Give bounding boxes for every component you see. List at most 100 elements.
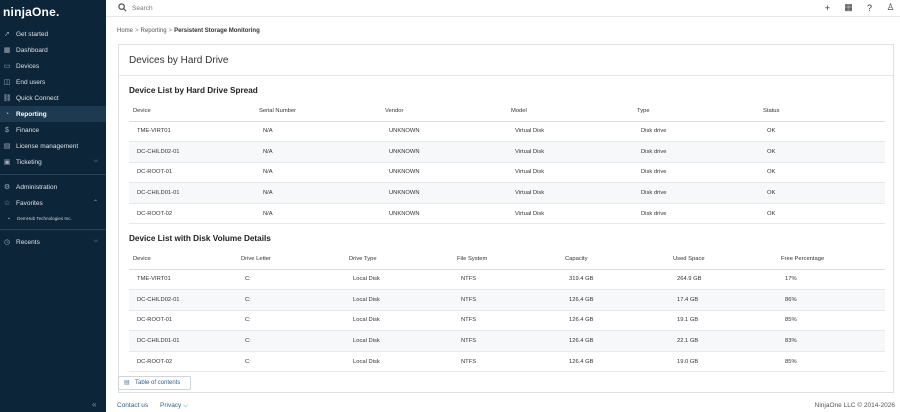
cell-capacity: 126.4 GB	[561, 289, 669, 311]
breadcrumb-home[interactable]: Home	[117, 28, 133, 34]
column-header[interactable]: Free Percentage	[777, 249, 885, 270]
column-header[interactable]: Model	[507, 101, 633, 122]
breadcrumb-reporting[interactable]: Reporting	[141, 28, 167, 34]
cell-model: Virtual Disk	[507, 203, 633, 225]
cell-model: Virtual Disk	[507, 182, 633, 204]
sidebar-item-recents[interactable]: ◷ Recents ⌵	[0, 234, 106, 250]
sidebar-item-label: Finance	[16, 126, 40, 134]
collapse-sidebar-icon[interactable]: «	[92, 400, 96, 409]
sidebar-item-label: Favorites	[16, 199, 43, 207]
cell-file-system: NTFS	[453, 351, 561, 373]
column-header[interactable]: File System	[453, 249, 561, 270]
ninjaone-logo[interactable]: ninjaOne.	[0, 0, 106, 24]
privacy-link[interactable]: Privacy ⌵	[160, 402, 188, 410]
column-header[interactable]: Device	[129, 249, 237, 270]
table-row: TME-VIRT01 N/A UNKNOWN Virtual Disk Disk…	[129, 121, 885, 143]
sidebar-item-label: Reporting	[16, 110, 47, 118]
search-icon	[118, 3, 127, 12]
disk-volume-table: Device Drive Letter Drive Type File Syst…	[129, 249, 885, 373]
top-bar: + ▦ ? ♙	[106, 0, 900, 17]
cell-model: Virtual Disk	[507, 162, 633, 184]
cell-drive-letter: C:	[237, 289, 345, 311]
cell-serial: N/A	[255, 121, 381, 143]
column-header[interactable]: Vendor	[381, 101, 507, 122]
sidebar-item-reporting[interactable]: ◔ Reporting	[0, 106, 106, 122]
column-header[interactable]: Drive Letter	[237, 249, 345, 270]
sidebar-item-dashboard[interactable]: ▦ Dashboard	[0, 42, 106, 58]
plus-icon[interactable]: +	[822, 2, 833, 13]
cell-model: Virtual Disk	[507, 141, 633, 163]
cell-capacity: 126.4 GB	[561, 310, 669, 332]
toc-label: Table of contents	[135, 380, 181, 386]
cell-device: TME-VIRT01	[129, 269, 237, 291]
table-of-contents-button[interactable]: ▤ Table of contents	[118, 376, 191, 390]
table-row: DC-ROOT-01 C: Local Disk NTFS 126.4 GB 1…	[129, 310, 885, 332]
cell-device: DC-CHILD02-01	[129, 289, 237, 311]
sidebar-item-administration[interactable]: ⚙ Administration	[0, 179, 106, 195]
table-row: DC-CHILD02-01 C: Local Disk NTFS 126.4 G…	[129, 289, 885, 311]
column-header[interactable]: Drive Type	[345, 249, 453, 270]
cell-type: Disk drive	[633, 203, 759, 225]
cell-device: DC-CHILD02-01	[129, 141, 255, 163]
column-header[interactable]: Status	[759, 101, 885, 122]
cell-drive-type: Local Disk	[345, 269, 453, 291]
sidebar-item-quick-connect[interactable]: ⛓ Quick Connect	[0, 90, 106, 106]
sidebar-item-label: License management	[16, 142, 79, 150]
sidebar-favorite-item[interactable]: ▪ DemHub Technologies Inc.	[0, 211, 106, 225]
sidebar-item-label: Quick Connect	[16, 94, 59, 102]
table-header-row: Device Drive Letter Drive Type File Syst…	[129, 249, 885, 270]
contact-us-link[interactable]: Contact us	[117, 402, 148, 409]
sidebar-item-finance[interactable]: $ Finance	[0, 122, 106, 138]
column-header[interactable]: Type	[633, 101, 759, 122]
cell-file-system: NTFS	[453, 289, 561, 311]
cell-serial: N/A	[255, 141, 381, 163]
search-input[interactable]	[132, 2, 292, 14]
sidebar-item-get-started[interactable]: ➚ Get started	[0, 26, 106, 42]
cell-serial: N/A	[255, 203, 381, 225]
table-row: DC-CHILD01-01 C: Local Disk NTFS 126.4 G…	[129, 330, 885, 352]
user-profile-icon[interactable]: ♙	[885, 2, 896, 13]
column-header[interactable]: Used Space	[669, 249, 777, 270]
cell-capacity: 126.4 GB	[561, 330, 669, 352]
cell-device: DC-ROOT-02	[129, 203, 255, 225]
cell-file-system: NTFS	[453, 310, 561, 332]
sidebar-item-ticketing[interactable]: ▣ Ticketing ⌵	[0, 154, 106, 170]
cell-capacity: 319.4 GB	[561, 269, 669, 291]
column-header[interactable]: Device	[129, 101, 255, 122]
cell-free-percentage: 83%	[777, 330, 885, 352]
sidebar-item-label: Administration	[16, 183, 58, 191]
table-row: DC-CHILD01-01 N/A UNKNOWN Virtual Disk D…	[129, 182, 885, 204]
clock-icon: ◷	[3, 238, 11, 246]
sidebar-item-label: Recents	[16, 238, 40, 246]
chevron-down-icon: ⌵	[93, 238, 98, 244]
cell-drive-letter: C:	[237, 351, 345, 373]
privacy-label: Privacy	[160, 402, 182, 409]
cell-drive-type: Local Disk	[345, 310, 453, 332]
column-header[interactable]: Serial Number	[255, 101, 381, 122]
table-row: DC-ROOT-02 N/A UNKNOWN Virtual Disk Disk…	[129, 203, 885, 225]
column-header[interactable]: Capacity	[561, 249, 669, 270]
cell-used-space: 19.1 GB	[669, 310, 777, 332]
link-icon: ⛓	[2, 94, 12, 102]
cell-type: Disk drive	[633, 162, 759, 184]
license-icon: ▤	[3, 142, 11, 150]
gear-icon: ⚙	[3, 183, 11, 191]
table-row: DC-ROOT-01 N/A UNKNOWN Virtual Disk Disk…	[129, 162, 885, 184]
sidebar-item-license-management[interactable]: ▤ License management	[0, 138, 106, 154]
chevron-down-icon: ⌵	[183, 402, 189, 409]
apps-grid-icon[interactable]: ▦	[843, 2, 854, 13]
sidebar-item-end-users[interactable]: ◫ End users	[0, 74, 106, 90]
cell-type: Disk drive	[633, 121, 759, 143]
cell-drive-letter: C:	[237, 269, 345, 291]
sidebar-item-devices[interactable]: ▭ Devices	[0, 58, 106, 74]
report-card: Devices by Hard Drive Device List by Har…	[118, 44, 894, 393]
cell-used-space: 17.4 GB	[669, 289, 777, 311]
cell-vendor: UNKNOWN	[381, 182, 507, 204]
help-icon[interactable]: ?	[864, 2, 875, 13]
cell-capacity: 126.4 GB	[561, 351, 669, 373]
sidebar-item-favorites[interactable]: ☆ Favorites ⌃	[0, 195, 106, 211]
sidebar-divider	[0, 229, 106, 230]
cell-used-space: 22.1 GB	[669, 330, 777, 352]
sidebar-item-label: Ticketing	[16, 158, 42, 166]
cell-used-space: 264.9 GB	[669, 269, 777, 291]
